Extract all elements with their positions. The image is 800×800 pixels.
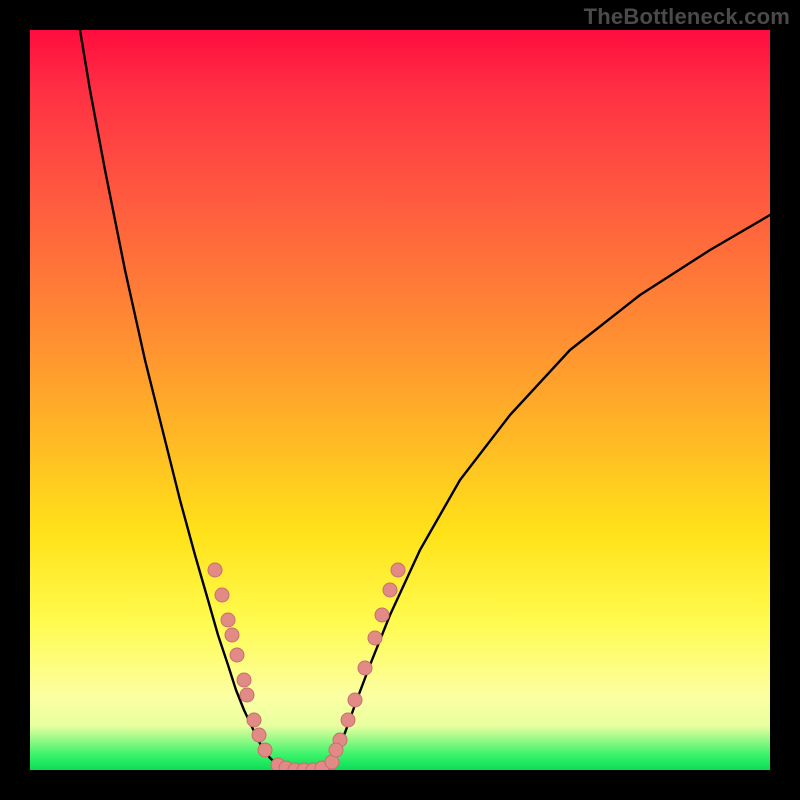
marker-dot — [341, 713, 355, 727]
marker-dot — [221, 613, 235, 627]
scatter-markers — [208, 563, 405, 770]
marker-dot — [348, 693, 362, 707]
watermark-label: TheBottleneck.com — [584, 4, 790, 30]
curve-svg — [30, 30, 770, 770]
v-curve — [80, 30, 770, 770]
marker-dot — [368, 631, 382, 645]
marker-dot — [215, 588, 229, 602]
marker-dot — [230, 648, 244, 662]
marker-dot — [240, 688, 254, 702]
marker-dot — [208, 563, 222, 577]
chart-stage: TheBottleneck.com — [0, 0, 800, 800]
marker-dot — [237, 673, 251, 687]
marker-dot — [358, 661, 372, 675]
marker-dot — [258, 743, 272, 757]
marker-dot — [225, 628, 239, 642]
plot-area — [30, 30, 770, 770]
marker-dot — [375, 608, 389, 622]
marker-dot — [329, 743, 343, 757]
marker-dot — [252, 728, 266, 742]
marker-dot — [247, 713, 261, 727]
marker-dot — [383, 583, 397, 597]
marker-dot — [391, 563, 405, 577]
